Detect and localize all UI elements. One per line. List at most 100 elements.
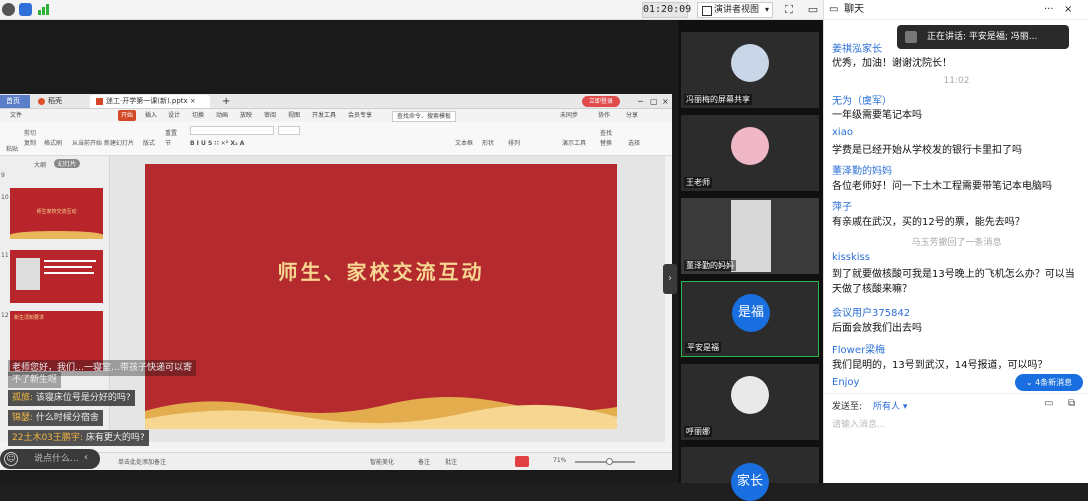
sync-status[interactable]: 未同步 [560, 110, 578, 121]
view-mode-label: 演讲者视图 [714, 5, 760, 15]
folder-icon[interactable]: ▭ [1044, 398, 1053, 409]
textbox-button[interactable]: 文本框 [455, 138, 473, 147]
panel-layout-icon[interactable]: ▭ [805, 2, 821, 18]
menu-review[interactable]: 审阅 [264, 110, 276, 121]
thumbnail-title: 师生家校交流互动 [36, 209, 77, 215]
message-text: 各位老师好！问一下土木工程需要带笔记本电脑吗 [832, 181, 1052, 192]
bold-icon[interactable]: B I U S ∷ ✕² X₂ A [190, 140, 244, 147]
menu-design[interactable]: 设计 [168, 110, 180, 121]
video-tile[interactable]: 董泽勤的妈妈 [681, 198, 819, 274]
command-search[interactable]: 查找命令、搜索模板 [392, 111, 457, 122]
section-button[interactable]: 节 [165, 138, 171, 147]
avatar: 家长 [731, 463, 769, 501]
notes-toggle[interactable]: 备注 [418, 457, 430, 466]
presentation-tools-button[interactable]: 演示工具 [562, 138, 586, 147]
tab-document-label: 迷工·开学第一课(新).pptx [106, 97, 188, 105]
message-text: 到了就要做核酸可我是13号晚上的飞机怎么办？可以当天做了核酸来嘛？ [832, 269, 1075, 295]
view-mode-select[interactable]: 演讲者视图 ▾ [697, 2, 773, 18]
font-select[interactable] [190, 126, 274, 135]
menu-member[interactable]: 会员专享 [348, 110, 372, 121]
play-slideshow-button[interactable] [515, 456, 529, 467]
participant-name: 董泽勤的妈妈 [684, 260, 736, 271]
paste-button[interactable]: 粘贴 [6, 144, 18, 153]
close-window-icon[interactable]: × [656, 95, 675, 108]
system-message: 马玉芳撤回了一条消息 [911, 238, 1002, 248]
new-slide-button[interactable]: 新建幻灯片 [104, 138, 134, 147]
info-icon[interactable] [2, 3, 15, 16]
menu-animation[interactable]: 动画 [216, 110, 228, 121]
menu-insert[interactable]: 插入 [145, 110, 157, 121]
menu-transition[interactable]: 切换 [192, 110, 204, 121]
tab-docer[interactable]: 稻壳 [32, 95, 86, 108]
tab-home[interactable]: 首页 [0, 95, 30, 108]
beautify-button[interactable]: 智能美化 [370, 457, 394, 466]
tab-document[interactable]: 迷工·开学第一课(新).pptx × [90, 95, 210, 108]
copy-button[interactable]: 复制 [24, 138, 36, 147]
more-icon[interactable]: ··· [1044, 0, 1054, 20]
comment-text: 床有更大的吗? [85, 433, 145, 443]
video-tile[interactable]: 家长 [681, 447, 819, 501]
signal-icon[interactable] [38, 4, 49, 15]
menu-file[interactable]: 文件 [10, 110, 22, 121]
zoom-slider[interactable] [575, 461, 635, 463]
comment-text: 该寝床位号是分好的吗? [35, 393, 131, 403]
new-messages-button[interactable]: ⌄ 4条新消息 [1015, 374, 1083, 391]
send-to-value: 所有人 [873, 402, 901, 412]
collaborate-button[interactable]: 协作 [598, 110, 610, 121]
format-painter-button[interactable]: 格式刷 [44, 138, 62, 147]
collapse-left-icon[interactable]: ‹ [84, 452, 88, 463]
arrange-button[interactable]: 排列 [508, 138, 520, 147]
pptx-icon [96, 97, 103, 105]
menu-start[interactable]: 开始 [118, 110, 137, 121]
select-button[interactable]: 选择 [628, 138, 640, 147]
video-tile[interactable]: 王老师 [681, 115, 819, 191]
chat-title: 聊天 [844, 4, 864, 15]
reset-button[interactable]: 重置 [165, 128, 177, 137]
fullscreen-icon[interactable]: ⛶ [781, 2, 797, 18]
shield-icon[interactable] [19, 3, 32, 16]
video-tile[interactable]: 呼丽娜 [681, 364, 819, 440]
notes-hint[interactable]: 单击此处添加备注 [118, 457, 166, 466]
slides-tab[interactable]: 幻灯片 [54, 159, 81, 168]
shape-button[interactable]: 形状 [482, 138, 494, 147]
send-to-select[interactable]: 所有人 ▾ [873, 399, 907, 412]
find-button[interactable]: 查找 [600, 128, 612, 137]
chat-input[interactable]: 请输入消息... [832, 417, 886, 430]
outline-tab[interactable]: 大纲 [34, 160, 46, 169]
chat-header: ▭ 聊天 ··· × [824, 0, 1088, 20]
login-button[interactable]: 立即登录 [582, 96, 620, 107]
chevron-right-icon[interactable]: › [663, 264, 677, 294]
docer-icon [38, 97, 45, 105]
video-tile-active[interactable]: 是福 平安是福 [681, 281, 819, 357]
emoji-icon[interactable]: ☺ [4, 452, 18, 466]
close-icon[interactable]: × [190, 97, 196, 105]
message-author: 萍子 [832, 202, 852, 213]
comment-toggle[interactable]: 批注 [445, 457, 457, 466]
new-tab-icon[interactable]: + [216, 95, 236, 108]
share-button[interactable]: 分享 [626, 110, 638, 121]
slide-thumbnail-10[interactable]: 师生家校交流互动 [10, 188, 103, 239]
slide-thumbnail-11[interactable] [10, 250, 103, 303]
video-tile[interactable]: 冯丽梅的屏幕共享 [681, 32, 819, 108]
current-slide[interactable]: 师生、家校交流互动 [145, 164, 617, 429]
avatar [905, 31, 917, 43]
chat-panel: ▭ 聊天 ··· × 正在讲话: 平安是福; 冯丽... 姜祺泓家长 优秀，加油… [823, 0, 1088, 483]
layout-button[interactable]: 版式 [143, 138, 155, 147]
font-size-select[interactable] [278, 126, 300, 135]
slide-number: 10 [1, 194, 9, 201]
message-author: 姜祺泓家长 [832, 44, 882, 55]
menu-view[interactable]: 视图 [288, 110, 300, 121]
screenshot-icon[interactable]: ⧉ [1068, 398, 1075, 409]
close-icon[interactable]: × [1064, 0, 1072, 20]
slide-title: 师生、家校交流互动 [277, 260, 485, 284]
zoom-slider-handle[interactable] [606, 458, 613, 465]
participant-name: 呼丽娜 [684, 426, 712, 437]
menu-developer[interactable]: 开发工具 [312, 110, 336, 121]
play-from-current-button[interactable]: 从当前开始 [72, 138, 102, 147]
danmaku-comment: 锦瑟: 什么时候分宿舍 [8, 410, 103, 426]
avatar [731, 44, 769, 82]
replace-button[interactable]: 替换 [600, 138, 612, 147]
message-text: 我们昆明的，13号到武汉，14号报道，可以吗？ [832, 360, 1048, 371]
menu-slideshow[interactable]: 放映 [240, 110, 252, 121]
cut-button[interactable]: 剪切 [24, 128, 36, 137]
